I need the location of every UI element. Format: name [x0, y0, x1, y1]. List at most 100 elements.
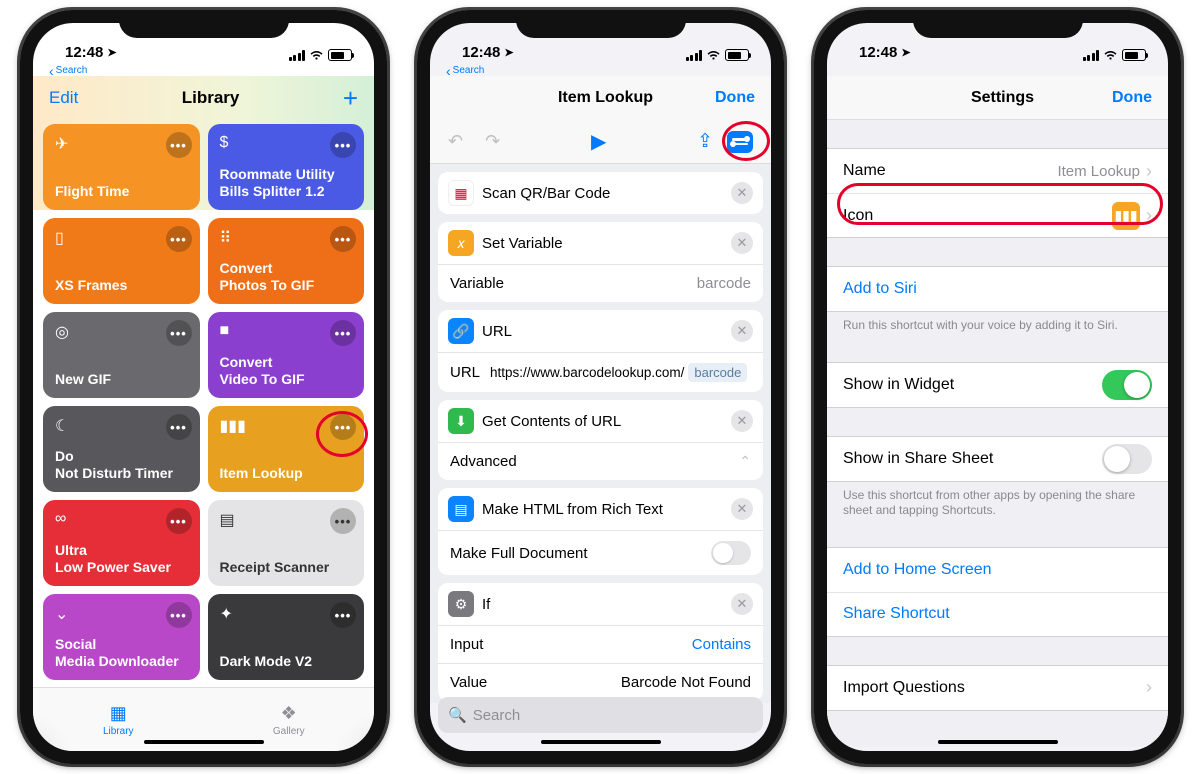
tile-more-button[interactable]: •••: [166, 414, 192, 440]
phone-settings: 12:48➤ x Settings Done NameItem Lookup› …: [814, 10, 1181, 764]
url-token[interactable]: barcode: [688, 363, 747, 382]
show-in-widget-row[interactable]: Show in Widget: [827, 363, 1168, 407]
delete-action-button[interactable]: ✕: [731, 182, 753, 204]
redo-button[interactable]: ↷: [485, 131, 500, 152]
tile-label: DoNot Disturb Timer: [55, 448, 188, 482]
delete-action-button[interactable]: ✕: [731, 498, 753, 520]
full-document-toggle[interactable]: [711, 541, 751, 565]
clock: 12:48: [859, 44, 897, 61]
shortcut-tile[interactable]: ••• ▤ Receipt Scanner: [208, 500, 365, 586]
back-to-search[interactable]: Search: [33, 63, 374, 76]
tile-label: Receipt Scanner: [220, 559, 353, 576]
shortcut-tile[interactable]: ••• ▯ XS Frames: [43, 218, 200, 304]
chevron-right-icon: ›: [1146, 677, 1152, 698]
tile-more-button[interactable]: •••: [330, 508, 356, 534]
widget-toggle[interactable]: [1102, 370, 1152, 400]
shortcut-tile[interactable]: ••• ☾ DoNot Disturb Timer: [43, 406, 200, 492]
location-icon: ➤: [901, 46, 910, 59]
advanced-row[interactable]: Advanced⌃: [438, 442, 763, 480]
tile-more-button[interactable]: •••: [166, 132, 192, 158]
action-url[interactable]: 🔗URL✕ URLhttps://www.barcodelookup.com/b…: [438, 310, 763, 392]
tile-label: SocialMedia Downloader: [55, 636, 188, 670]
link-icon: 🔗: [448, 318, 474, 344]
variable-value[interactable]: barcode: [697, 275, 751, 292]
action-if[interactable]: ⚙If✕ InputContains ValueBarcode Not Foun…: [438, 583, 763, 701]
annotation-circle: [837, 183, 1163, 225]
wifi-icon: [309, 50, 324, 61]
if-value[interactable]: Barcode Not Found: [621, 674, 751, 691]
delete-action-button[interactable]: ✕: [731, 232, 753, 254]
add-to-home-screen-row[interactable]: Add to Home Screen: [827, 548, 1168, 592]
cellular-icon: [289, 50, 306, 61]
tile-more-button[interactable]: •••: [330, 602, 356, 628]
done-button[interactable]: Done: [715, 89, 755, 107]
delete-action-button[interactable]: ✕: [731, 410, 753, 432]
run-button[interactable]: ▶: [591, 129, 606, 154]
tile-more-button[interactable]: •••: [330, 226, 356, 252]
tile-more-button[interactable]: •••: [330, 132, 356, 158]
delete-action-button[interactable]: ✕: [731, 320, 753, 342]
tile-label: New GIF: [55, 371, 188, 388]
share-footer: Use this shortcut from other apps by ope…: [827, 482, 1168, 519]
search-input[interactable]: 🔍Search: [438, 697, 763, 733]
shortcut-tile[interactable]: ••• ✈ Flight Time: [43, 124, 200, 210]
gear-icon: ⚙: [448, 591, 474, 617]
tile-label: ConvertPhotos To GIF: [220, 260, 353, 294]
tile-label: UltraLow Power Saver: [55, 542, 188, 576]
page-title: Settings: [971, 89, 1034, 107]
share-sheet-toggle[interactable]: [1102, 444, 1152, 474]
phone-library: 12:48➤ Search Edit Library + ••• ✈ Fligh…: [20, 10, 387, 764]
qr-icon: ▦: [448, 180, 474, 206]
tile-more-button[interactable]: •••: [166, 320, 192, 346]
shortcut-tile[interactable]: ••• ∞ UltraLow Power Saver: [43, 500, 200, 586]
tile-more-button[interactable]: •••: [166, 508, 192, 534]
tile-more-button[interactable]: •••: [330, 320, 356, 346]
search-icon: 🔍: [448, 706, 467, 724]
home-indicator[interactable]: [541, 740, 661, 744]
import-questions-row[interactable]: Import Questions›: [827, 666, 1168, 710]
shortcut-tile[interactable]: ••• ✦ Dark Mode V2: [208, 594, 365, 680]
delete-action-button[interactable]: ✕: [731, 593, 753, 615]
shortcut-tile[interactable]: ••• ⌄ SocialMedia Downloader: [43, 594, 200, 680]
url-value[interactable]: https://www.barcodelookup.com/: [490, 365, 684, 380]
action-set-variable[interactable]: 𝑥Set Variable✕ Variablebarcode: [438, 222, 763, 302]
location-icon: ➤: [504, 46, 513, 59]
shortcut-tile[interactable]: ••• ⠿ ConvertPhotos To GIF: [208, 218, 365, 304]
chevron-right-icon: ›: [1146, 161, 1152, 182]
show-in-share-sheet-row[interactable]: Show in Share Sheet: [827, 437, 1168, 481]
tile-more-button[interactable]: •••: [166, 226, 192, 252]
library-icon: ▦: [110, 703, 127, 724]
page-title: Item Lookup: [558, 89, 653, 107]
tile-label: Item Lookup: [220, 465, 353, 482]
add-to-siri-row[interactable]: Add to Siri: [827, 267, 1168, 311]
tile-more-button[interactable]: •••: [166, 602, 192, 628]
edit-button[interactable]: Edit: [49, 88, 78, 108]
share-icon[interactable]: ⇪: [697, 130, 713, 153]
if-input-value[interactable]: Contains: [692, 636, 751, 653]
annotation-circle: [722, 121, 770, 161]
tile-label: Dark Mode V2: [220, 653, 353, 670]
done-button[interactable]: Done: [1112, 89, 1152, 107]
shortcut-tile[interactable]: ••• ◎ New GIF: [43, 312, 200, 398]
siri-footer: Run this shortcut with your voice by add…: [827, 312, 1168, 334]
cellular-icon: [1083, 50, 1100, 61]
shortcut-tile[interactable]: ••• $ Roommate Utility Bills Splitter 1.…: [208, 124, 365, 210]
action-get-contents[interactable]: ⬇Get Contents of URL✕ Advanced⌃: [438, 400, 763, 480]
clock: 12:48: [65, 44, 103, 61]
gallery-icon: ❖: [281, 703, 297, 724]
back-to-search[interactable]: Search: [430, 63, 771, 76]
shortcut-tile[interactable]: ••• ■ ConvertVideo To GIF: [208, 312, 365, 398]
undo-button[interactable]: ↶: [448, 131, 463, 152]
wifi-icon: [706, 50, 721, 61]
home-indicator[interactable]: [144, 740, 264, 744]
page-title: Library: [182, 88, 240, 108]
tile-label: XS Frames: [55, 277, 188, 294]
action-scan-qr[interactable]: ▦Scan QR/Bar Code✕: [438, 172, 763, 214]
home-indicator[interactable]: [938, 740, 1058, 744]
share-shortcut-row[interactable]: Share Shortcut: [827, 592, 1168, 636]
tile-label: Flight Time: [55, 183, 188, 200]
variable-icon: 𝑥: [448, 230, 474, 256]
action-make-html[interactable]: ▤Make HTML from Rich Text✕ Make Full Doc…: [438, 488, 763, 575]
cellular-icon: [686, 50, 703, 61]
add-button[interactable]: +: [343, 83, 358, 114]
